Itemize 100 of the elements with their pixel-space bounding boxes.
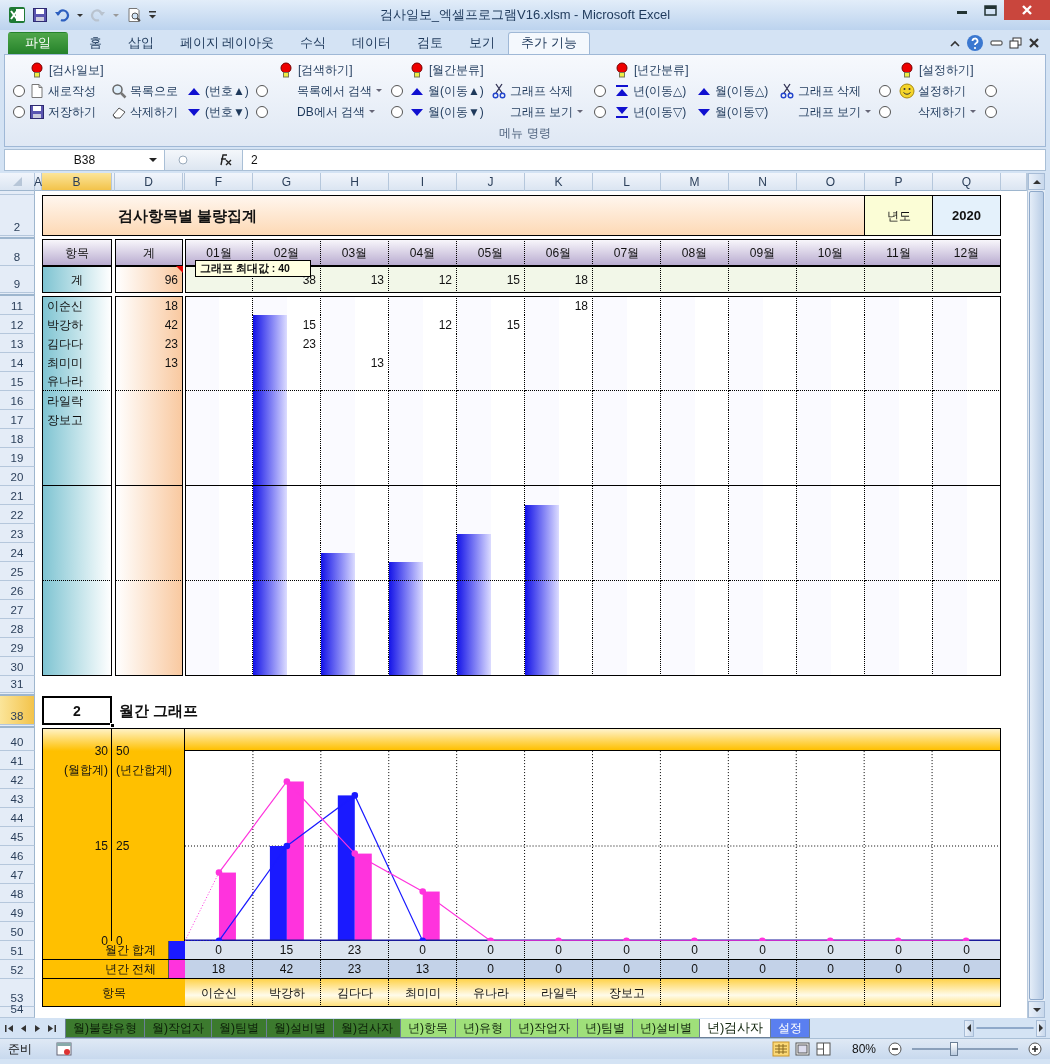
column-header[interactable]: N	[729, 173, 797, 191]
radio-button[interactable]	[985, 84, 997, 97]
radio-button[interactable]	[594, 105, 606, 118]
sheet-tab[interactable]: 설정	[770, 1018, 811, 1038]
ribbon-tab[interactable]: 데이터	[339, 32, 405, 54]
row-header[interactable]: 44	[0, 808, 35, 827]
row-header[interactable]: 28	[0, 619, 35, 638]
sheet-tab[interactable]: 년)작업자	[510, 1018, 578, 1038]
radio-button[interactable]	[391, 105, 403, 118]
ribbon-tab[interactable]: 홈	[76, 32, 115, 54]
zoom-percentage[interactable]: 80%	[851, 1040, 876, 1058]
ribbon-tab[interactable]: 추가 기능	[508, 32, 590, 54]
column-header[interactable]: Q	[933, 173, 1001, 191]
ribbon-button[interactable]: (번호▼)	[186, 101, 249, 122]
first-sheet-icon[interactable]	[4, 1022, 15, 1034]
print-preview-icon[interactable]	[126, 7, 142, 23]
sheet-tab[interactable]: 년)팀별	[577, 1018, 633, 1038]
selected-cell[interactable]: 2	[42, 696, 112, 725]
column-header[interactable]: H	[321, 173, 389, 191]
ribbon-tab[interactable]: 페이지 레이아웃	[167, 32, 288, 54]
file-tab[interactable]: 파일	[8, 32, 68, 54]
page-layout-icon[interactable]	[793, 1041, 811, 1057]
ribbon-button[interactable]: 삭제하기	[111, 101, 178, 122]
row-header[interactable]: 40	[0, 728, 35, 751]
row-header[interactable]: 42	[0, 770, 35, 789]
row-header[interactable]: 8	[0, 239, 35, 266]
row-header[interactable]: 45	[0, 827, 35, 846]
normal-view-icon[interactable]	[771, 1041, 790, 1057]
column-header[interactable]: J	[457, 173, 525, 191]
row-header[interactable]: 23	[0, 524, 35, 543]
restore-icon[interactable]	[1009, 37, 1022, 49]
row-header[interactable]: 30	[0, 657, 35, 676]
sheet-tab[interactable]: 년)설비별	[632, 1018, 700, 1038]
row-header[interactable]: 17	[0, 410, 35, 429]
zoom-out-icon[interactable]	[888, 1042, 902, 1056]
ribbon-button[interactable]: 목록으로	[111, 80, 178, 101]
ribbon-tab[interactable]: 검토	[404, 32, 457, 54]
previous-sheet-icon[interactable]	[18, 1022, 29, 1034]
radio-button[interactable]	[594, 84, 606, 97]
ribbon-tab[interactable]: 수식	[287, 32, 340, 54]
next-sheet-icon[interactable]	[32, 1022, 43, 1034]
ribbon-button[interactable]: 월(이동▼)	[409, 101, 484, 122]
row-header[interactable]: 15	[0, 372, 35, 391]
help-icon[interactable]	[966, 34, 984, 52]
ribbon-button[interactable]: 새로작성	[29, 80, 96, 101]
row-header[interactable]: 18	[0, 429, 35, 448]
ribbon-button[interactable]: 목록에서 검색	[278, 80, 384, 101]
radio-button[interactable]	[13, 105, 25, 118]
minimize-icon[interactable]	[990, 37, 1003, 49]
last-sheet-icon[interactable]	[46, 1022, 57, 1034]
caret-icon[interactable]	[76, 11, 84, 19]
row-header[interactable]: 25	[0, 562, 35, 581]
row-header[interactable]: 50	[0, 922, 35, 941]
row-header[interactable]: 13	[0, 334, 35, 353]
row-header[interactable]: 41	[0, 751, 35, 770]
row-header[interactable]: 38	[0, 696, 35, 725]
row-header[interactable]: 46	[0, 846, 35, 865]
row-header[interactable]: 26	[0, 581, 35, 600]
scroll-left-button[interactable]	[964, 1019, 974, 1037]
row-header[interactable]: 29	[0, 638, 35, 657]
row-header[interactable]: 43	[0, 789, 35, 808]
row-header[interactable]: 2	[0, 195, 35, 236]
column-header[interactable]: B	[42, 173, 112, 191]
ribbon-button[interactable]: 그래프 삭제	[779, 80, 862, 101]
row-header[interactable]: 11	[0, 296, 35, 315]
customize-caret-icon[interactable]	[148, 9, 157, 21]
column-header[interactable]: L	[593, 173, 661, 191]
row-header[interactable]: 47	[0, 865, 35, 884]
radio-button[interactable]	[256, 84, 268, 97]
close-icon[interactable]	[1028, 37, 1040, 49]
row-header[interactable]: 51	[0, 941, 35, 960]
ribbon-button[interactable]: 그래프 삭제	[491, 80, 574, 101]
scroll-down-button[interactable]	[1028, 1001, 1045, 1018]
row-header[interactable]: 19	[0, 448, 35, 467]
row-header[interactable]: 54	[0, 1007, 35, 1018]
ribbon-button[interactable]: DB에서 검색	[278, 101, 376, 122]
scroll-right-button[interactable]	[1036, 1019, 1046, 1037]
row-header[interactable]: 31	[0, 676, 35, 693]
radio-button[interactable]	[879, 105, 891, 118]
zoom-slider-thumb[interactable]	[950, 1042, 959, 1056]
scroll-up-button[interactable]	[1028, 173, 1045, 190]
ribbon-button[interactable]: 삭제하기	[899, 101, 977, 122]
column-header[interactable]: O	[797, 173, 865, 191]
radio-button[interactable]	[256, 105, 268, 118]
fill-handle[interactable]	[110, 723, 115, 728]
spreadsheet-icon[interactable]	[8, 6, 26, 24]
column-header[interactable]: P	[865, 173, 933, 191]
radio-button[interactable]	[879, 84, 891, 97]
row-header[interactable]: 21	[0, 486, 35, 505]
collapse-ribbon-icon[interactable]	[950, 38, 960, 48]
close-button[interactable]	[1004, 0, 1050, 20]
row-header[interactable]: 12	[0, 315, 35, 334]
row-header[interactable]: 27	[0, 600, 35, 619]
row-header[interactable]: 52	[0, 960, 35, 979]
column-header[interactable]: D	[115, 173, 183, 191]
ribbon-button[interactable]: 월(이동▽)	[696, 101, 769, 122]
row-header[interactable]: 24	[0, 543, 35, 562]
column-header[interactable]: K	[525, 173, 593, 191]
ribbon-button[interactable]: 그래프 보기	[491, 101, 585, 122]
ribbon-button[interactable]: (번호▲)	[186, 80, 249, 101]
